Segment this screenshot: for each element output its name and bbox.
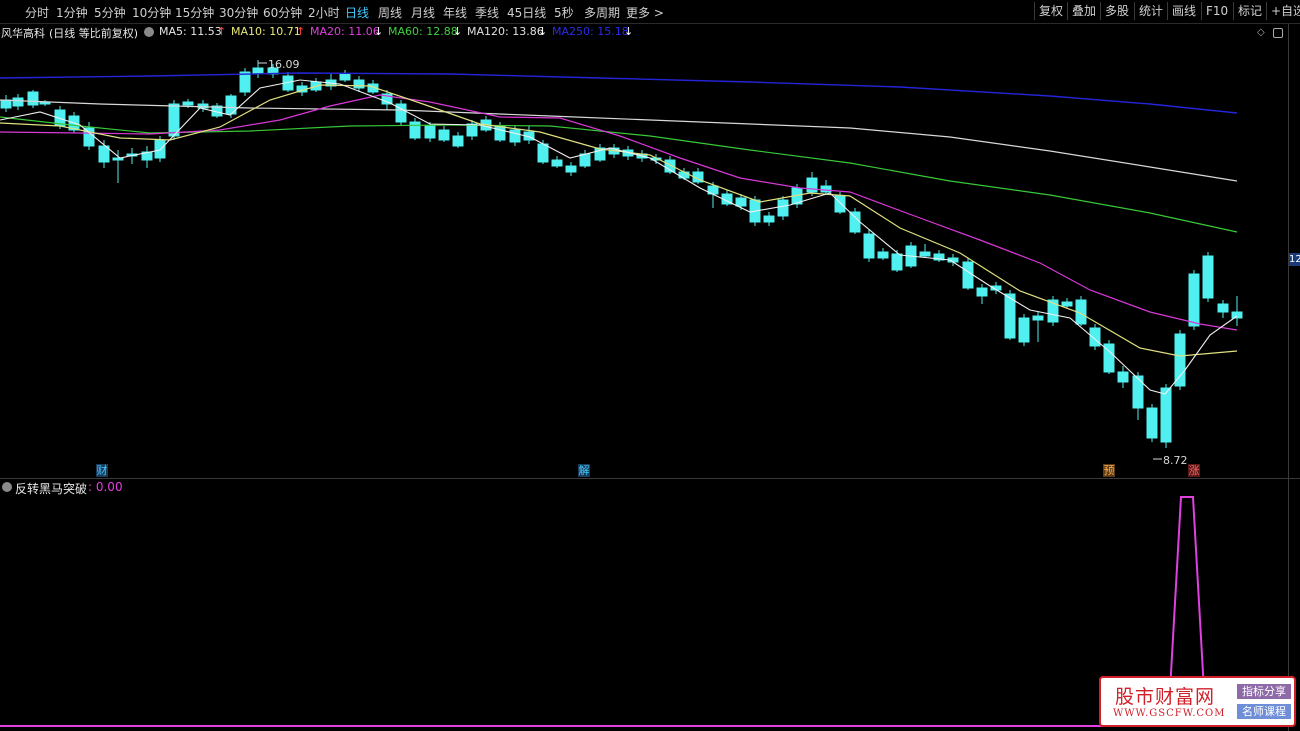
ma250-line	[0, 72, 1238, 114]
candle-body	[509, 129, 521, 143]
candle-body	[1132, 375, 1144, 409]
candle-body	[438, 129, 450, 141]
candle-body	[565, 165, 577, 173]
candle-body	[891, 253, 903, 271]
candle-body	[409, 121, 421, 139]
candle-body	[678, 171, 690, 179]
ma60-line	[0, 116, 1238, 233]
event-marker-limitup[interactable]: 涨	[1188, 464, 1200, 477]
candle-body	[1188, 273, 1200, 327]
candle-body	[777, 199, 789, 217]
candle-body	[339, 73, 351, 81]
right-axis-line	[1288, 24, 1289, 731]
candle-body	[849, 211, 861, 233]
ma5-line	[0, 79, 1238, 395]
candles	[0, 60, 1243, 448]
candle-body	[962, 261, 974, 289]
candle-body	[1231, 311, 1243, 319]
watermark-title: 股市财富网	[1115, 686, 1216, 708]
candle-body	[763, 215, 775, 223]
watermark-logo: 股市财富网 WWW.GSCFW.COM 指标分享 名师课程	[1099, 676, 1296, 727]
candle-body	[12, 97, 24, 107]
candle-body	[1089, 327, 1101, 347]
candle-body	[806, 177, 818, 193]
candle-body	[27, 91, 39, 106]
ma20-line	[0, 94, 1238, 331]
candle-body	[1202, 255, 1214, 299]
indicator-chart[interactable]	[0, 479, 1288, 731]
candle-body	[353, 79, 365, 89]
candle-body	[537, 143, 549, 163]
indicator-line	[0, 496, 1288, 727]
candle-body	[551, 159, 563, 167]
candle-body	[820, 185, 832, 193]
candle-body	[579, 153, 591, 167]
event-marker-earnings[interactable]: 财	[96, 464, 108, 477]
candle-body	[1146, 407, 1158, 439]
price-axis-tag-text: 12	[1289, 254, 1300, 265]
candle-body	[239, 71, 251, 93]
watermark-badge-indicator: 指标分享	[1237, 684, 1291, 699]
candle-body	[452, 135, 464, 147]
price-axis-tag: 12	[1289, 253, 1300, 266]
low-annotation: 8.72	[1153, 454, 1188, 467]
candle-body	[1160, 387, 1172, 443]
kline-chart[interactable]: 16.09 8.72	[0, 0, 1288, 478]
candle-body	[1032, 315, 1044, 321]
event-marker-forecast[interactable]: 预	[1103, 464, 1115, 477]
candle-body	[863, 233, 875, 259]
candle-body	[877, 251, 889, 259]
high-annotation: 16.09	[258, 58, 300, 71]
candle-body	[976, 287, 988, 297]
watermark-url: WWW.GSCFW.COM	[1113, 708, 1226, 719]
ma120-line	[0, 99, 1238, 182]
high-price-label: 16.09	[268, 58, 300, 71]
candle-body	[834, 195, 846, 213]
candle-body	[1217, 303, 1229, 313]
event-marker-unlock[interactable]: 解	[578, 464, 590, 477]
candle-body	[1061, 301, 1073, 307]
candle-body	[1174, 333, 1186, 387]
watermark-badge-course: 名师课程	[1237, 704, 1291, 719]
candle-body	[424, 125, 436, 139]
low-price-label: 8.72	[1163, 454, 1188, 467]
candle-body	[1117, 371, 1129, 383]
candle-body	[182, 101, 194, 106]
candle-body	[919, 251, 931, 257]
candle-body	[112, 157, 124, 161]
candle-body	[1018, 317, 1030, 343]
candle-body	[154, 139, 166, 159]
candle-body	[494, 125, 506, 141]
candle-body	[0, 99, 12, 109]
candle-body	[735, 197, 747, 207]
